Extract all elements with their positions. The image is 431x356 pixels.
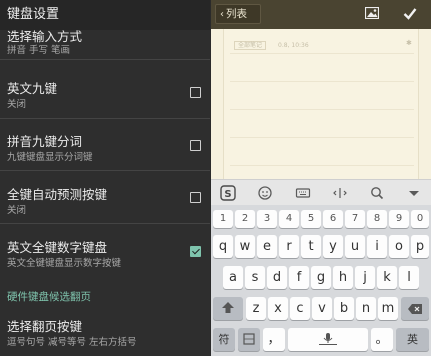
setting-auto-predict[interactable]: 全键自动预测按键 关闭	[0, 171, 210, 224]
note-timestamp: 0.8, 10:36	[278, 42, 309, 49]
key-d[interactable]: d	[267, 266, 287, 289]
key-i[interactable]: i	[367, 235, 387, 258]
english-number-keys-checkbox[interactable]	[190, 246, 201, 257]
key-5[interactable]: 5	[301, 210, 321, 228]
key-8[interactable]: 8	[367, 210, 387, 228]
key-u[interactable]: u	[345, 235, 365, 258]
setting-subtitle: 英文全键键盘显示数字按键	[7, 258, 122, 269]
backspace-key[interactable]	[401, 297, 429, 320]
image-icon[interactable]	[365, 7, 379, 19]
key-f[interactable]: f	[289, 266, 309, 289]
key-r[interactable]: r	[279, 235, 299, 258]
setting-title: 英文全键数字键盘	[7, 240, 108, 255]
note-folder-tag[interactable]: 全部笔记	[234, 41, 267, 50]
chevron-left-icon: ‹	[220, 9, 224, 20]
key-g[interactable]: g	[311, 266, 331, 289]
note-options-icon[interactable]: ✱	[406, 39, 412, 47]
key-x[interactable]: x	[268, 297, 288, 320]
key-6[interactable]: 6	[323, 210, 343, 228]
key-9[interactable]: 9	[389, 210, 409, 228]
key-s[interactable]: s	[245, 266, 265, 289]
key-k[interactable]: k	[377, 266, 397, 289]
editor-toolbar: ‹ 列表	[211, 0, 431, 29]
setting-title: 英文九键	[7, 81, 58, 96]
back-to-list-button[interactable]: ‹ 列表	[215, 4, 261, 24]
keyboard-icon[interactable]	[295, 185, 311, 201]
soft-keyboard: 1 2 3 4 5 6 7 8 9 0 q w e r t y u i o p …	[211, 205, 431, 356]
comma-key[interactable]: ，	[263, 328, 285, 351]
language-switch-key[interactable]: 英	[396, 328, 429, 351]
key-m[interactable]: m	[378, 297, 398, 320]
cursor-move-icon[interactable]	[332, 185, 348, 201]
key-n[interactable]: n	[356, 297, 376, 320]
key-1[interactable]: 1	[213, 210, 233, 228]
key-7[interactable]: 7	[345, 210, 365, 228]
setting-title: 拼音九键分词	[7, 134, 83, 149]
settings-title: 键盘设置	[0, 0, 210, 30]
key-q[interactable]: q	[213, 235, 233, 258]
key-4[interactable]: 4	[279, 210, 299, 228]
key-h[interactable]: h	[333, 266, 353, 289]
keyboard-toolbar: S	[211, 179, 431, 205]
key-e[interactable]: e	[257, 235, 277, 258]
key-y[interactable]: y	[323, 235, 343, 258]
key-l[interactable]: l	[399, 266, 419, 289]
setting-subtitle: 关闭	[7, 99, 27, 110]
setting-subtitle: 拼音 手写 笔画	[7, 45, 71, 56]
ruled-line	[230, 137, 414, 138]
key-t[interactable]: t	[301, 235, 321, 258]
hide-keyboard-icon[interactable]	[406, 185, 422, 201]
ruled-line	[230, 109, 414, 110]
key-z[interactable]: z	[246, 297, 266, 320]
pinyin-9key-split-checkbox[interactable]	[190, 140, 201, 151]
auto-predict-checkbox[interactable]	[190, 192, 201, 203]
shift-key[interactable]	[213, 297, 243, 320]
back-label: 列表	[226, 8, 247, 20]
key-a[interactable]: a	[223, 266, 243, 289]
shift-arrow-icon	[222, 302, 234, 313]
key-c[interactable]: c	[290, 297, 310, 320]
emoji-icon[interactable]	[257, 185, 273, 201]
sogou-logo-icon[interactable]: S	[220, 185, 236, 201]
symbols-key[interactable]: 符	[213, 328, 235, 351]
ruled-line	[230, 165, 414, 166]
setting-subtitle: 九键键盘显示分词键	[7, 152, 93, 163]
space-key[interactable]	[288, 328, 368, 351]
setting-title: 全键自动预测按键	[7, 187, 108, 202]
key-v[interactable]: v	[312, 297, 332, 320]
english-9key-checkbox[interactable]	[190, 87, 201, 98]
setting-english-number-keys[interactable]: 英文全键数字键盘 英文全键键盘显示数字按键	[0, 224, 210, 282]
key-p[interactable]: p	[411, 235, 429, 258]
microphone-icon	[319, 333, 337, 345]
ruled-line	[230, 81, 414, 82]
search-icon[interactable]	[369, 185, 385, 201]
setting-title: 选择翻页按键	[7, 319, 83, 334]
keyboard-settings-panel: 键盘设置 选择输入方式 拼音 手写 笔画 英文九键 关闭 拼音九键分词 九键键盘…	[0, 0, 210, 356]
note-editor: ‹ 列表 全部笔记 0.8, 10:36 ✱ S 1 2 3 4 5 6 7 8…	[211, 0, 431, 356]
setting-subtitle: 逗号句号 减号等号 左右方括号	[7, 337, 137, 348]
key-b[interactable]: b	[334, 297, 354, 320]
ruled-line	[230, 53, 414, 54]
note-paper[interactable]: 全部笔记 0.8, 10:36 ✱	[223, 29, 419, 179]
setting-pinyin-9key-split[interactable]: 拼音九键分词 九键键盘显示分词键	[0, 119, 210, 171]
save-check-icon[interactable]	[403, 7, 417, 20]
setting-subtitle: 关闭	[7, 205, 27, 216]
key-0[interactable]: 0	[411, 210, 429, 228]
key-o[interactable]: o	[389, 235, 409, 258]
key-j[interactable]: j	[355, 266, 375, 289]
number-key[interactable]	[238, 328, 260, 351]
note-meta: 全部笔记 0.8, 10:36	[234, 40, 309, 50]
key-2[interactable]: 2	[235, 210, 255, 228]
backspace-icon	[408, 304, 422, 314]
key-w[interactable]: w	[235, 235, 255, 258]
section-hardware-keyboard: 硬件键盘候选翻页	[7, 291, 91, 303]
setting-page-keys[interactable]: 选择翻页按键 逗号句号 减号等号 左右方括号	[0, 310, 210, 356]
setting-english-9key[interactable]: 英文九键 关闭	[0, 60, 210, 119]
number-grid-icon	[243, 333, 255, 345]
period-key[interactable]: 。	[371, 328, 393, 351]
key-3[interactable]: 3	[257, 210, 277, 228]
svg-text:S: S	[224, 189, 231, 200]
